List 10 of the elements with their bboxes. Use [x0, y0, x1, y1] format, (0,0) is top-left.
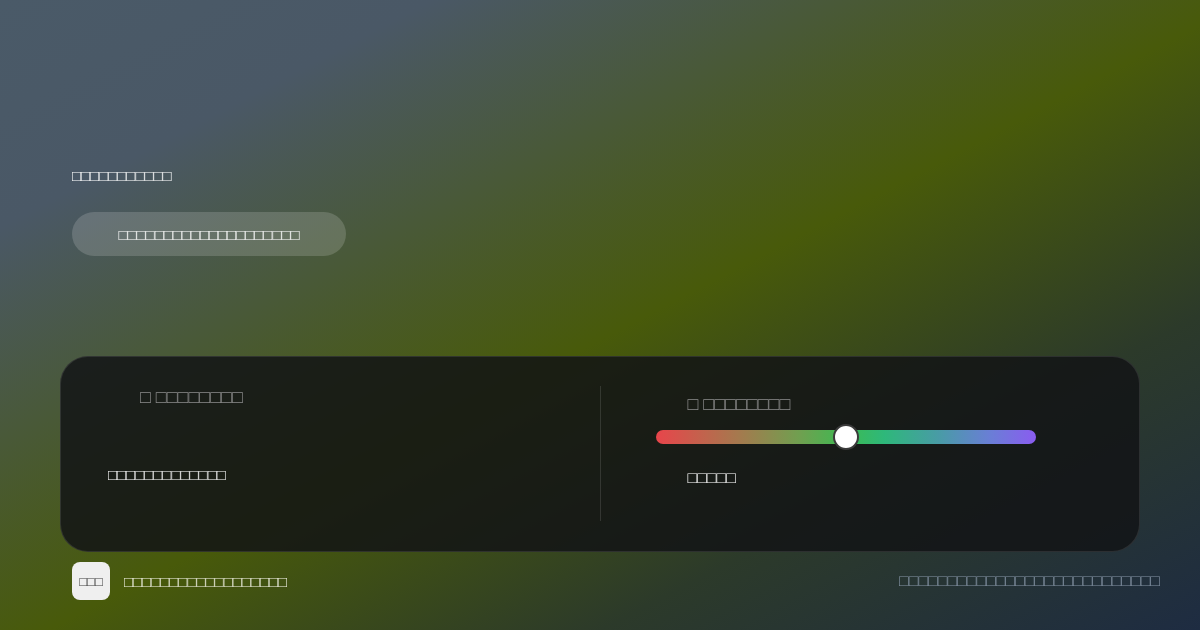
- footer-text: □□□□□□□□□□□□□□□□□□: [124, 572, 288, 590]
- field-value: □□□□□□□□□□□□□: [108, 465, 226, 485]
- app-badge: □□□: [72, 562, 110, 600]
- slider-label: □ □□□□□□□□: [687, 393, 791, 415]
- heading: □□□□□□□□□□□: [72, 166, 172, 186]
- footer-note: □□□□□□□□□□□□□□□□□□□□□□□□□□□: [899, 572, 1160, 590]
- slider-value: □□□□□: [687, 468, 736, 488]
- field-label: □ □□□□□□□□: [140, 386, 243, 408]
- pill-button[interactable]: □□□□□□□□□□□□□□□□□□□□: [72, 212, 346, 256]
- slider-thumb[interactable]: [832, 424, 859, 450]
